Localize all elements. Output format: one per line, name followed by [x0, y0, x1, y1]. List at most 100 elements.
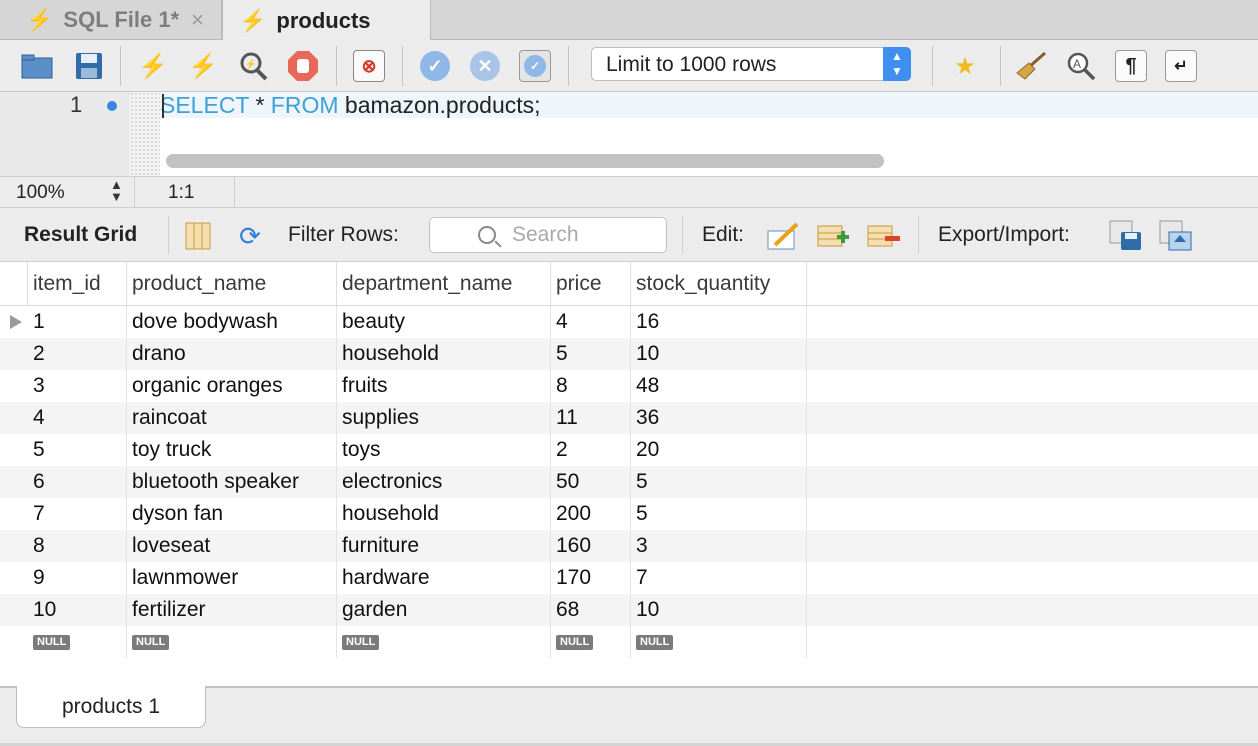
stop-icon[interactable]: [286, 49, 320, 83]
table-cell[interactable]: 5: [551, 338, 631, 370]
column-header[interactable]: item_id: [28, 262, 127, 306]
table-cell[interactable]: 7: [28, 498, 127, 530]
horizontal-scrollbar[interactable]: [166, 154, 884, 168]
table-cell[interactable]: 10: [28, 594, 127, 626]
table-cell[interactable]: 8: [551, 370, 631, 402]
table-cell[interactable]: 2: [551, 434, 631, 466]
toggle-error-icon[interactable]: ⊗: [352, 49, 386, 83]
import-icon[interactable]: [1158, 220, 1194, 252]
zoom-level[interactable]: 100%: [16, 182, 65, 204]
tab-sql-file-1[interactable]: ⚡ SQL File 1* ×: [0, 0, 222, 40]
table-row[interactable]: 2 drano household 5 10: [0, 338, 1258, 370]
table-cell[interactable]: 3: [631, 530, 807, 562]
table-row[interactable]: 3 organic oranges fruits 8 48: [0, 370, 1258, 402]
column-header[interactable]: product_name: [127, 262, 337, 306]
rollback-icon[interactable]: ✕: [468, 49, 502, 83]
insert-row-icon[interactable]: [816, 220, 852, 252]
table-cell[interactable]: 3: [28, 370, 127, 402]
limit-rows-select[interactable]: Limit to 1000 rows ▲ ▼: [591, 47, 911, 81]
code-line[interactable]: SELECT * FROM bamazon.products;: [160, 92, 1258, 118]
sql-editor[interactable]: 1 SELECT * FROM bamazon.products;: [0, 92, 1258, 176]
table-cell[interactable]: NULL: [551, 626, 631, 658]
table-row[interactable]: 4 raincoat supplies 11 36: [0, 402, 1258, 434]
table-cell[interactable]: 6: [28, 466, 127, 498]
table-cell[interactable]: furniture: [337, 530, 551, 562]
delete-row-icon[interactable]: [866, 220, 902, 252]
edit-row-icon[interactable]: [766, 220, 802, 252]
export-icon[interactable]: [1108, 220, 1144, 252]
table-cell[interactable]: organic oranges: [127, 370, 337, 402]
table-cell[interactable]: toy truck: [127, 434, 337, 466]
new-row-placeholder[interactable]: NULL NULL NULL NULL NULL: [0, 626, 1258, 658]
table-cell[interactable]: 16: [631, 306, 807, 338]
table-cell[interactable]: raincoat: [127, 402, 337, 434]
table-cell[interactable]: dyson fan: [127, 498, 337, 530]
save-icon[interactable]: [72, 49, 106, 83]
table-cell[interactable]: NULL: [127, 626, 337, 658]
table-cell[interactable]: dove bodywash: [127, 306, 337, 338]
result-grid[interactable]: item_id product_name department_name pri…: [0, 262, 1258, 686]
table-cell[interactable]: NULL: [631, 626, 807, 658]
table-cell[interactable]: bluetooth speaker: [127, 466, 337, 498]
table-cell[interactable]: 11: [551, 402, 631, 434]
table-cell[interactable]: 8: [28, 530, 127, 562]
table-cell[interactable]: NULL: [28, 626, 127, 658]
table-cell[interactable]: supplies: [337, 402, 551, 434]
table-cell[interactable]: 4: [551, 306, 631, 338]
table-row[interactable]: 8 loveseat furniture 160 3: [0, 530, 1258, 562]
table-cell[interactable]: 36: [631, 402, 807, 434]
filter-search-input[interactable]: Search: [429, 217, 667, 253]
table-cell[interactable]: garden: [337, 594, 551, 626]
table-cell[interactable]: 9: [28, 562, 127, 594]
table-cell[interactable]: NULL: [337, 626, 551, 658]
beautify-icon[interactable]: [1014, 49, 1048, 83]
table-cell[interactable]: 68: [551, 594, 631, 626]
execute-icon[interactable]: ⚡: [136, 49, 170, 83]
table-cell[interactable]: 200: [551, 498, 631, 530]
table-cell[interactable]: 4: [28, 402, 127, 434]
refresh-icon[interactable]: ⟳: [232, 220, 268, 252]
table-cell[interactable]: household: [337, 338, 551, 370]
table-cell[interactable]: 160: [551, 530, 631, 562]
table-cell[interactable]: 5: [631, 498, 807, 530]
table-cell[interactable]: fertilizer: [127, 594, 337, 626]
table-row[interactable]: 1 dove bodywash beauty 4 16: [0, 306, 1258, 338]
table-cell[interactable]: 5: [28, 434, 127, 466]
table-cell[interactable]: 10: [631, 594, 807, 626]
close-tab-icon[interactable]: ×: [191, 7, 204, 33]
wrap-lines-icon[interactable]: ↵: [1164, 49, 1198, 83]
add-snippet-icon[interactable]: ★: [948, 49, 982, 83]
table-cell[interactable]: beauty: [337, 306, 551, 338]
table-cell[interactable]: electronics: [337, 466, 551, 498]
table-cell[interactable]: 50: [551, 466, 631, 498]
table-row[interactable]: 5 toy truck toys 2 20: [0, 434, 1258, 466]
column-header[interactable]: department_name: [337, 262, 551, 306]
table-cell[interactable]: drano: [127, 338, 337, 370]
table-cell[interactable]: 2: [28, 338, 127, 370]
table-row[interactable]: 10 fertilizer garden 68 10: [0, 594, 1258, 626]
execute-current-icon[interactable]: ⚡: [186, 49, 220, 83]
table-row[interactable]: 6 bluetooth speaker electronics 50 5: [0, 466, 1258, 498]
table-cell[interactable]: 48: [631, 370, 807, 402]
column-header[interactable]: price: [551, 262, 631, 306]
table-cell[interactable]: 5: [631, 466, 807, 498]
invisible-chars-icon[interactable]: ¶: [1114, 49, 1148, 83]
table-cell[interactable]: loveseat: [127, 530, 337, 562]
zoom-stepper-icon[interactable]: ▲ ▼: [110, 178, 123, 203]
table-cell[interactable]: hardware: [337, 562, 551, 594]
open-folder-icon[interactable]: [20, 49, 54, 83]
table-cell[interactable]: lawnmower: [127, 562, 337, 594]
tab-products[interactable]: ⚡ products: [222, 0, 431, 41]
explain-icon[interactable]: ⚡: [236, 49, 270, 83]
table-cell[interactable]: fruits: [337, 370, 551, 402]
table-cell[interactable]: 7: [631, 562, 807, 594]
autocommit-icon[interactable]: ✓: [518, 49, 552, 83]
table-cell[interactable]: 20: [631, 434, 807, 466]
find-icon[interactable]: A: [1064, 49, 1098, 83]
table-cell[interactable]: toys: [337, 434, 551, 466]
commit-icon[interactable]: ✓: [418, 49, 452, 83]
table-row[interactable]: 7 dyson fan household 200 5: [0, 498, 1258, 530]
table-cell[interactable]: 10: [631, 338, 807, 370]
column-layout-icon[interactable]: [180, 220, 216, 252]
table-cell[interactable]: 1: [28, 306, 127, 338]
